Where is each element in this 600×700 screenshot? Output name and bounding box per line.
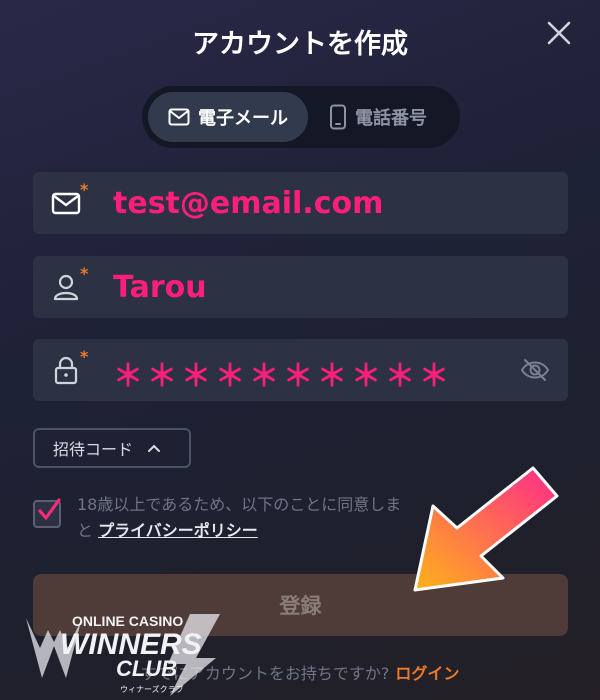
- winners-club-logo: ONLINE CASINO WINNERS CLUB ウィナーズクラブ: [26, 613, 220, 696]
- email-field[interactable]: * test@email.com: [33, 172, 568, 234]
- username-value: Tarou: [113, 270, 207, 305]
- mail-icon: [51, 192, 81, 215]
- watermark-line-1: ONLINE CASINO: [72, 613, 183, 629]
- agreement-conjunction: と: [77, 521, 99, 540]
- mail-icon: [168, 108, 190, 126]
- required-marker: *: [80, 264, 89, 283]
- required-marker: *: [80, 347, 89, 366]
- password-field[interactable]: * ＊＊＊＊＊＊＊＊＊＊: [33, 339, 568, 401]
- checkmark-icon: [38, 498, 61, 520]
- agreement-sentence: 18歳以上であるため、以下のことに同意しま: [77, 495, 402, 514]
- lock-icon: [54, 356, 78, 385]
- email-value: test@email.com: [113, 186, 384, 221]
- login-link[interactable]: ログイン: [389, 664, 459, 683]
- tab-phone-label: 電話番号: [355, 108, 427, 129]
- signup-method-tabs: 電子メール 電話番号: [142, 86, 460, 148]
- agreement-checkbox[interactable]: [33, 498, 61, 528]
- watermark-line-4: ウィナーズクラブ: [120, 684, 184, 694]
- pointer-arrow-icon: [413, 466, 559, 592]
- phone-icon: [330, 104, 346, 130]
- username-field[interactable]: * Tarou: [33, 256, 568, 318]
- chevron-up-icon: [148, 444, 161, 452]
- password-value: ＊＊＊＊＊＊＊＊＊＊: [113, 359, 453, 394]
- page-title: アカウントを作成: [192, 29, 408, 60]
- watermark-line-3: CLUB: [116, 656, 177, 681]
- invite-code-toggle[interactable]: 招待コード: [33, 428, 191, 468]
- user-icon: [53, 274, 79, 301]
- invite-code-label: 招待コード: [53, 440, 134, 459]
- eye-off-icon[interactable]: [520, 356, 550, 384]
- tab-phone[interactable]: 電話番号: [308, 92, 448, 142]
- register-button-label: 登録: [279, 594, 322, 618]
- close-icon[interactable]: [544, 18, 574, 48]
- required-marker: *: [80, 180, 89, 199]
- tab-email[interactable]: 電子メール: [148, 92, 308, 142]
- tab-email-label: 電子メール: [198, 108, 288, 129]
- privacy-policy-link[interactable]: プライバシーポリシー: [98, 521, 258, 540]
